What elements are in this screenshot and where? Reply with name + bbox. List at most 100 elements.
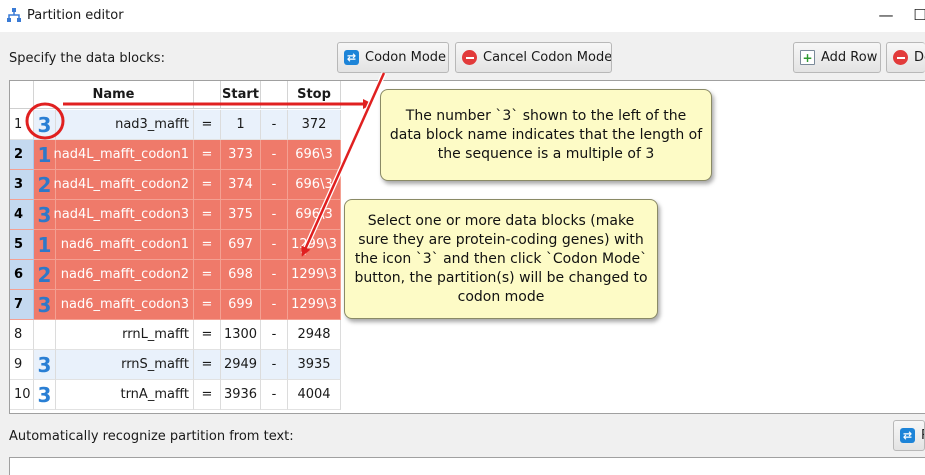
stop-cell[interactable]: 3935	[288, 350, 341, 380]
name-cell[interactable]: rrnS_mafft	[56, 350, 194, 380]
column-header-start[interactable]: Start	[221, 81, 261, 109]
maximize-button[interactable]: ☐	[908, 4, 925, 26]
dash-cell: -	[261, 200, 288, 230]
equals-cell: =	[194, 260, 221, 290]
start-cell[interactable]: 1	[221, 110, 261, 140]
add-row-button[interactable]: Add Row	[793, 42, 881, 73]
dash-cell: -	[261, 140, 288, 170]
codon-icon: 3	[34, 110, 56, 140]
equals-cell: =	[194, 170, 221, 200]
stop-cell[interactable]: 1299\3	[288, 260, 341, 290]
stop-cell[interactable]: 1299\3	[288, 290, 341, 320]
name-cell[interactable]: nad4L_mafft_codon1	[54, 140, 194, 170]
dash-cell: -	[261, 350, 288, 380]
add-row-button-label: Add Row	[821, 50, 878, 65]
codon-mode-button-label: Codon Mode	[365, 50, 447, 65]
codon-mode-button[interactable]: ⇄ Codon Mode	[337, 42, 449, 73]
specify-data-blocks-label: Specify the data blocks:	[9, 51, 165, 66]
codon-number-icon: 3	[37, 292, 52, 317]
start-cell[interactable]: 1300	[221, 320, 261, 350]
equals-cell: =	[194, 290, 221, 320]
auto-recognize-label: Automatically recognize partition from t…	[9, 429, 294, 444]
delete-button[interactable]: De	[886, 42, 925, 73]
codon-number-icon: 1	[37, 232, 52, 257]
codon-number-icon: 3	[37, 112, 52, 137]
codon-number-icon: 2	[37, 262, 52, 287]
codon-number-icon: 3	[37, 202, 52, 227]
stop-cell[interactable]: 2948	[288, 320, 341, 350]
dash-cell: -	[261, 380, 288, 410]
equals-cell: =	[194, 350, 221, 380]
codon-number-icon: 2	[37, 172, 52, 197]
start-cell[interactable]: 699	[221, 290, 261, 320]
delete-icon	[893, 50, 908, 65]
stop-cell[interactable]: 696\3	[288, 200, 341, 230]
stop-cell[interactable]: 372	[288, 110, 341, 140]
partition-text-input[interactable]	[9, 457, 925, 475]
column-header-name[interactable]: Name	[34, 81, 194, 109]
column-header-stop[interactable]: Stop	[288, 81, 341, 109]
row-number: 4	[10, 200, 34, 230]
window-title: Partition editor	[27, 8, 124, 23]
recognize-button-label: R	[921, 428, 924, 443]
minimize-button[interactable]: —	[874, 4, 898, 26]
equals-cell: =	[194, 320, 221, 350]
cancel-codon-mode-button[interactable]: Cancel Codon Mode	[455, 42, 612, 73]
cancel-codon-mode-button-label: Cancel Codon Mode	[483, 50, 612, 65]
dash-cell: -	[261, 230, 288, 260]
dash-cell: -	[261, 320, 288, 350]
row-number: 7	[10, 290, 34, 320]
start-cell[interactable]: 374	[221, 170, 261, 200]
name-cell[interactable]: trnA_mafft	[56, 380, 194, 410]
row-number: 6	[10, 260, 34, 290]
row-number: 2	[10, 140, 34, 170]
dash-cell: -	[261, 260, 288, 290]
codon-icon: 3	[34, 290, 56, 320]
equals-cell: =	[194, 140, 221, 170]
equals-cell: =	[194, 230, 221, 260]
name-cell[interactable]: nad4L_mafft_codon3	[54, 200, 194, 230]
dash-cell: -	[261, 290, 288, 320]
cancel-icon	[462, 50, 477, 65]
name-cell[interactable]: nad6_mafft_codon2	[56, 260, 194, 290]
stop-cell[interactable]: 696\3	[288, 170, 341, 200]
callout-codon-mode-instructions: Select one or more data blocks (make sur…	[344, 199, 658, 319]
callout-multiple-of-three: The number `3` shown to the left of the …	[380, 89, 712, 181]
name-cell[interactable]: nad6_mafft_codon3	[56, 290, 194, 320]
row-number: 5	[10, 230, 34, 260]
row-number: 9	[10, 350, 34, 380]
codon-icon: 3	[34, 380, 56, 410]
start-cell[interactable]: 697	[221, 230, 261, 260]
codon-number-icon: 3	[37, 382, 52, 407]
codon-number-icon: 1	[37, 142, 52, 167]
start-cell[interactable]: 2949	[221, 350, 261, 380]
start-cell[interactable]: 698	[221, 260, 261, 290]
delete-button-label: De	[914, 50, 925, 65]
row-number: 1	[10, 110, 34, 140]
codon-icon: 3	[34, 350, 56, 380]
name-cell[interactable]: nad3_mafft	[56, 110, 194, 140]
codon-number-icon: 3	[37, 352, 52, 377]
stop-cell[interactable]: 696\3	[288, 140, 341, 170]
equals-cell: =	[194, 380, 221, 410]
stop-cell[interactable]: 4004	[288, 380, 341, 410]
start-cell[interactable]: 3936	[221, 380, 261, 410]
stop-cell[interactable]: 1299\3	[288, 230, 341, 260]
partition-app-icon	[7, 8, 21, 22]
name-cell[interactable]: nad6_mafft_codon1	[56, 230, 194, 260]
start-cell[interactable]: 373	[221, 140, 261, 170]
name-cell[interactable]: nad4L_mafft_codon2	[54, 170, 194, 200]
name-cell[interactable]: rrnL_mafft	[56, 320, 194, 350]
start-cell[interactable]: 375	[221, 200, 261, 230]
column-header-eq	[194, 81, 221, 109]
row-number: 10	[10, 380, 34, 410]
column-header-dash	[261, 81, 288, 109]
row-number: 8	[10, 320, 34, 350]
dash-cell: -	[261, 170, 288, 200]
recognize-button[interactable]: ⇄ R	[893, 420, 925, 451]
row-number-header	[10, 81, 34, 109]
callout-codon-mode-instructions-text: Select one or more data blocks (make sur…	[354, 212, 648, 305]
title-bar: Partition editor — ☐	[0, 0, 925, 32]
equals-cell: =	[194, 200, 221, 230]
add-row-icon	[800, 50, 815, 65]
